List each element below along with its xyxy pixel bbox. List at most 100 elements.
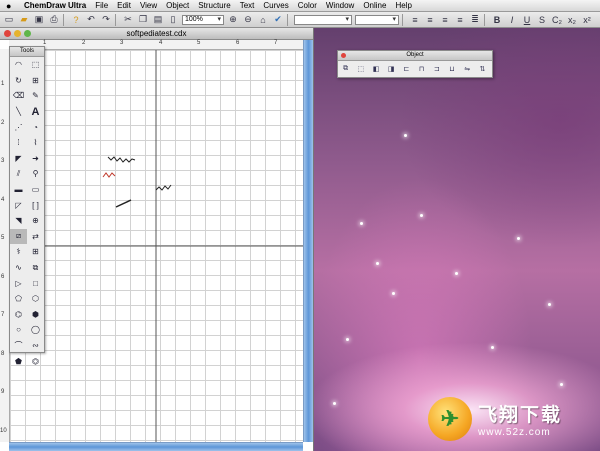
text-tool-icon[interactable]: A: [27, 104, 44, 120]
zoom-window-icon[interactable]: [24, 30, 31, 37]
app-menu[interactable]: ChemDraw Ultra: [24, 1, 86, 10]
rotate-tool-icon[interactable]: ↻: [10, 73, 27, 89]
underline-icon[interactable]: U: [521, 14, 533, 26]
eraser-tool-icon[interactable]: ⌫: [10, 88, 27, 104]
selected-bond-tool-icon[interactable]: ⧄: [10, 228, 27, 245]
menu-edit[interactable]: Edit: [117, 1, 131, 10]
square-tool-icon[interactable]: □: [27, 275, 44, 291]
auto-align-icon[interactable]: ≣: [469, 14, 481, 26]
lasso-tool-icon[interactable]: ◠: [10, 57, 27, 73]
template-tool-icon[interactable]: ⚲: [27, 166, 44, 182]
align-left-icon[interactable]: ≡: [409, 14, 421, 26]
arrow-tool-icon[interactable]: ➜: [27, 151, 44, 167]
marquee-tool-icon[interactable]: ⬚: [27, 57, 44, 73]
hashed-wedge-tool-icon[interactable]: ⫽: [10, 166, 27, 182]
menu-curves[interactable]: Curves: [263, 1, 288, 10]
bold-bond-tool-icon[interactable]: ▬: [10, 182, 27, 198]
table-tool-icon[interactable]: ⊞: [27, 244, 44, 260]
bring-to-front-icon[interactable]: ◧: [370, 64, 381, 75]
menu-window[interactable]: Window: [326, 1, 354, 10]
menu-online[interactable]: Online: [363, 1, 386, 10]
outline-icon[interactable]: S: [536, 14, 548, 26]
pentagon-tool-icon[interactable]: ⬠: [10, 291, 27, 307]
bold-icon[interactable]: B: [491, 14, 503, 26]
cyclopentadiene-tool-icon[interactable]: ⬟: [10, 353, 27, 369]
hexagon-tool-icon[interactable]: ⬡: [27, 291, 44, 307]
structure-perspective-icon[interactable]: ⊞: [27, 73, 44, 89]
rectangle-tool-icon[interactable]: ▭: [27, 182, 44, 198]
acyclic-chain-tool-icon[interactable]: ⚕: [10, 244, 27, 260]
pen-tool-icon[interactable]: ✎: [27, 88, 44, 104]
menu-view[interactable]: View: [140, 1, 157, 10]
chair-right-tool-icon[interactable]: ∾: [27, 338, 44, 354]
menu-color[interactable]: Color: [298, 1, 317, 10]
zoom-out-icon[interactable]: ⊖: [242, 14, 254, 26]
zoom-select[interactable]: 100%: [182, 14, 224, 25]
group-icon[interactable]: ⧉: [340, 64, 351, 75]
drawing-canvas[interactable]: [10, 50, 303, 442]
help-icon[interactable]: ?: [70, 14, 82, 26]
align-bottom-edges-icon[interactable]: ⊔: [446, 64, 457, 75]
heptagon-tool-icon[interactable]: ○: [10, 322, 27, 338]
align-right-icon[interactable]: ≡: [439, 14, 451, 26]
menu-text[interactable]: Text: [240, 1, 255, 10]
bracket-tool-icon[interactable]: [ ]: [27, 197, 44, 213]
superscript-icon[interactable]: x²: [581, 14, 593, 26]
flip-horizontal-icon[interactable]: ⇋: [462, 64, 473, 75]
flip-vertical-icon[interactable]: ⇅: [477, 64, 488, 75]
send-to-back-icon[interactable]: ◨: [386, 64, 397, 75]
chain-tool-icon[interactable]: ⌇: [27, 135, 44, 151]
vertical-scrollbar[interactable]: [303, 40, 313, 442]
close-window-icon[interactable]: [4, 30, 11, 37]
subscript-icon[interactable]: x₂: [566, 14, 578, 26]
benzene-tool-icon[interactable]: ⏣: [27, 353, 44, 369]
save-icon[interactable]: ▣: [33, 14, 45, 26]
wedge-bond-tool-icon[interactable]: ◤: [10, 151, 27, 167]
redo-icon[interactable]: ↷: [100, 14, 112, 26]
menu-structure[interactable]: Structure: [198, 1, 230, 10]
font-size-select[interactable]: [355, 14, 399, 25]
charge-tool-icon[interactable]: ⊕: [27, 213, 44, 229]
chair-left-tool-icon[interactable]: ⌒: [10, 338, 27, 354]
curve-tool-icon[interactable]: ∿: [10, 260, 27, 276]
hexagon-alt-tool-icon[interactable]: ⬢: [27, 307, 44, 323]
apple-menu-icon[interactable]: ●: [6, 1, 16, 11]
clear-icon[interactable]: ▯: [167, 14, 179, 26]
query-tool-icon[interactable]: ⇄: [27, 229, 44, 245]
paste-icon[interactable]: ▤: [152, 14, 164, 26]
minimize-window-icon[interactable]: [14, 30, 21, 37]
align-top-edges-icon[interactable]: ⊓: [416, 64, 427, 75]
align-right-edges-icon[interactable]: ⊐: [431, 64, 442, 75]
formula-icon[interactable]: C₂: [551, 14, 563, 26]
cut-icon[interactable]: ✂: [122, 14, 134, 26]
copy-icon[interactable]: ❐: [137, 14, 149, 26]
check-structure-icon[interactable]: ✔: [272, 14, 284, 26]
hashed-bond-tool-icon[interactable]: ⁞: [10, 135, 27, 151]
open-folder-icon[interactable]: ▰: [18, 14, 30, 26]
font-select[interactable]: [294, 14, 352, 25]
horizontal-scrollbar[interactable]: [9, 442, 303, 451]
zoom-in-icon[interactable]: ⊕: [227, 14, 239, 26]
show-stamp-icon[interactable]: ⌂: [257, 14, 269, 26]
align-center-icon[interactable]: ≡: [424, 14, 436, 26]
ungroup-icon[interactable]: ⬚: [355, 64, 366, 75]
undo-icon[interactable]: ↶: [85, 14, 97, 26]
justify-icon[interactable]: ≡: [454, 14, 466, 26]
cyclohexane-chair-icon[interactable]: ⌬: [10, 307, 27, 323]
triangle-tool-icon[interactable]: ▷: [10, 275, 27, 291]
menu-file[interactable]: File: [95, 1, 108, 10]
new-document-icon[interactable]: ▭: [3, 14, 15, 26]
align-left-edges-icon[interactable]: ⊏: [401, 64, 412, 75]
solid-bond-tool-icon[interactable]: ╲: [10, 104, 27, 120]
menu-object[interactable]: Object: [166, 1, 189, 10]
orbital-tool-icon[interactable]: ◔: [27, 119, 44, 135]
italic-icon[interactable]: I: [506, 14, 518, 26]
dashed-bond-tool-icon[interactable]: ⋰: [10, 119, 27, 135]
print-icon[interactable]: ⎙: [48, 14, 60, 26]
menu-help[interactable]: Help: [395, 1, 411, 10]
tlc-plate-tool-icon[interactable]: ⧉: [27, 260, 44, 276]
wavy-bond-tool-icon[interactable]: ◥: [10, 213, 27, 229]
hollow-wedge-tool-icon[interactable]: ◸: [10, 197, 27, 213]
close-palette-icon[interactable]: [341, 53, 346, 58]
octagon-tool-icon[interactable]: ◯: [27, 322, 44, 338]
